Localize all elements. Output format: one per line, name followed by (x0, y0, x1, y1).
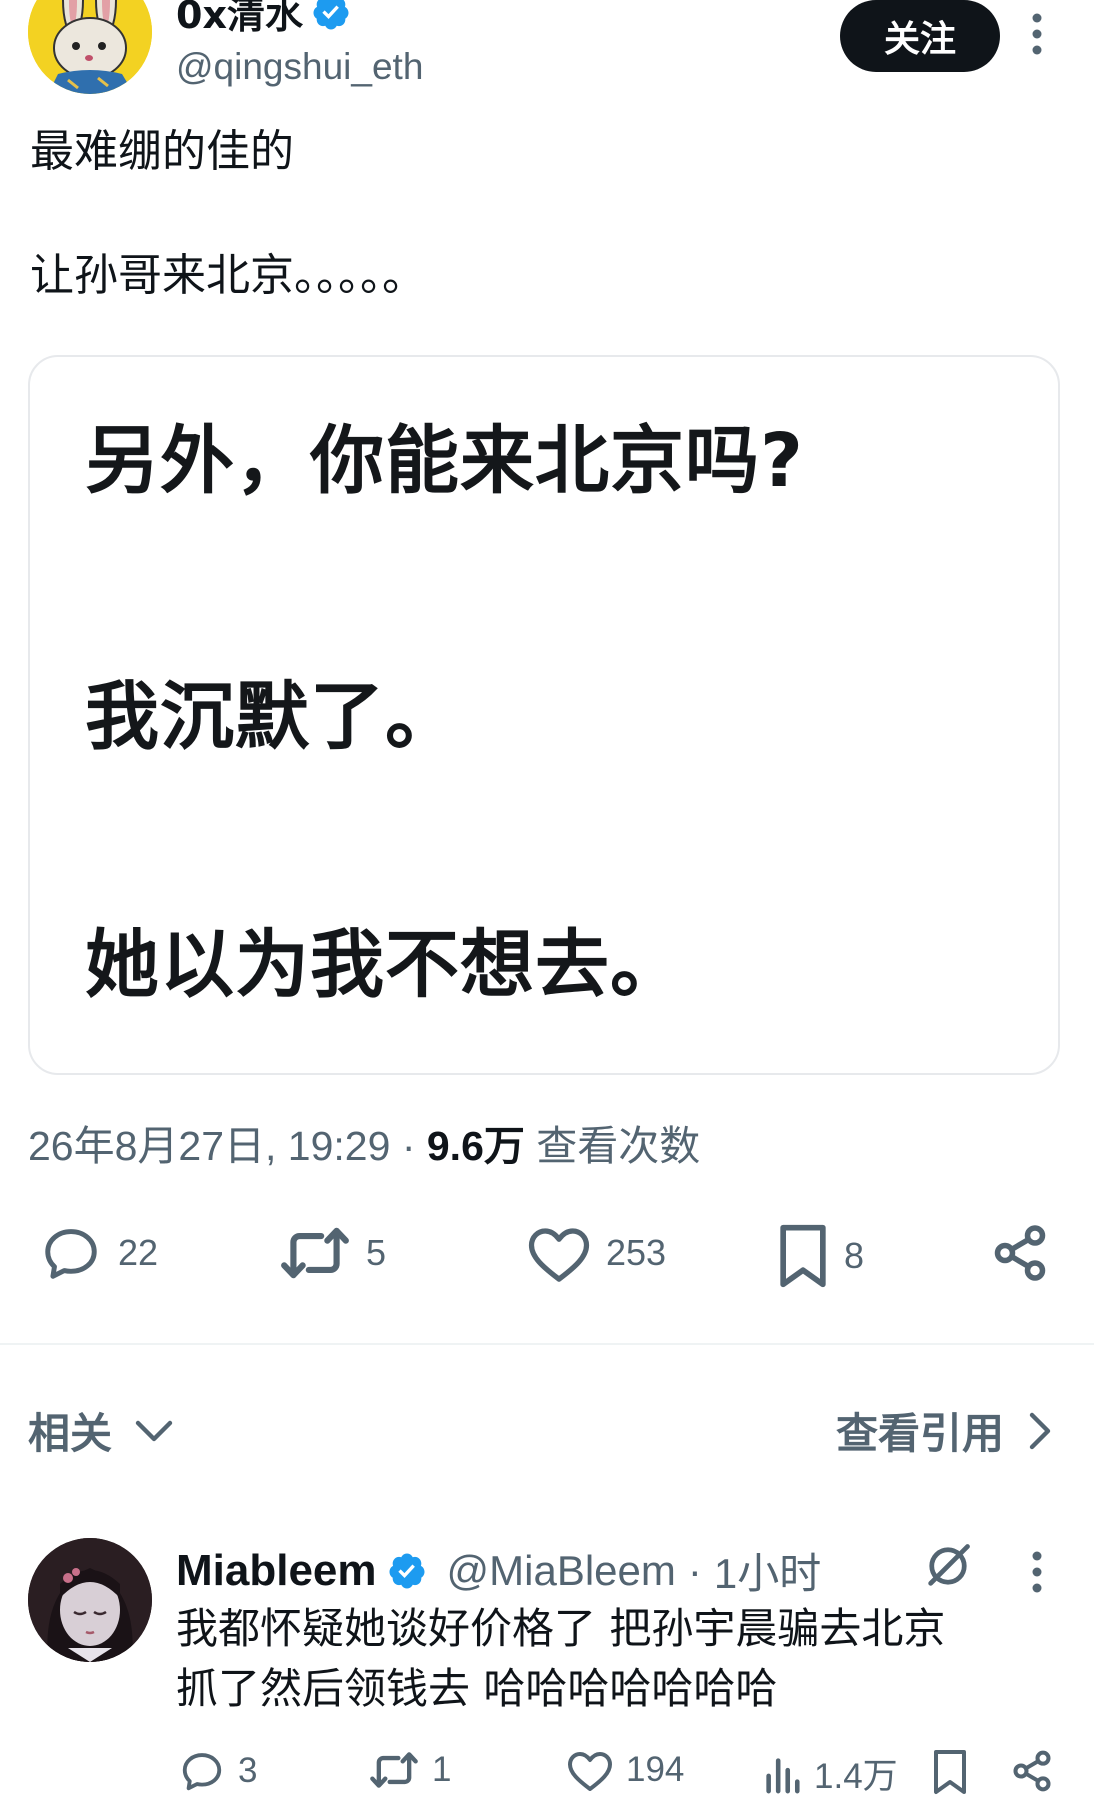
tweet-media-image[interactable]: 另外，你能来北京吗? 我沉默了。 她以为我不想去。 (28, 355, 1060, 1075)
retweet-count: 5 (366, 1232, 387, 1273)
reply-retweet-action[interactable]: 1 (368, 1748, 451, 1792)
reply-views-action[interactable]: 1.4万 (762, 1748, 898, 1799)
reply-more-options-icon[interactable] (1028, 1550, 1046, 1594)
tweet-text-line: 让孙哥来北京。。。。。 (30, 250, 426, 301)
reply-text-line: 抓了然后领钱去 哈哈哈哈哈哈哈 (176, 1664, 778, 1713)
tweet-text-line: 最难绷的佳的 (30, 126, 294, 177)
reply-reply-count: 3 (238, 1751, 258, 1790)
author-display-name[interactable]: 0x清水 (176, 0, 303, 39)
media-text-line: 她以为我不想去。 (85, 922, 685, 1008)
retweet-action[interactable]: 5 (278, 1222, 386, 1284)
retweet-icon (281, 1227, 349, 1279)
like-action[interactable]: 253 (526, 1222, 666, 1284)
reply-time[interactable]: 1小时 (714, 1540, 821, 1601)
meta-separator: · (401, 1123, 416, 1169)
reply-separator: · (687, 1546, 702, 1594)
share-action[interactable] (990, 1222, 1050, 1284)
reply-bookmark-action[interactable] (930, 1748, 970, 1796)
reply-retweet-count: 1 (432, 1750, 452, 1789)
reply-handle[interactable]: @MiaBleem (447, 1547, 676, 1595)
reply-views-count: 1.4万 (814, 1757, 898, 1796)
reply-share-action[interactable] (1010, 1748, 1054, 1794)
tweet-timestamp[interactable]: 26年8月27日, 19:29 (28, 1123, 390, 1169)
analytics-bar-icon (766, 1757, 800, 1793)
anime-girl-avatar-icon (28, 1538, 152, 1662)
related-dropdown[interactable]: 相关 (28, 1400, 174, 1461)
grok-icon[interactable] (922, 1540, 974, 1592)
views-label: 查看次数 (536, 1123, 701, 1169)
view-quotes-link[interactable]: 查看引用 (836, 1400, 1052, 1461)
reply-like-action[interactable]: 194 (566, 1748, 684, 1792)
view-quotes-label: 查看引用 (835, 1409, 1004, 1458)
bookmark-action[interactable]: 8 (776, 1222, 864, 1290)
share-icon (1013, 1750, 1051, 1792)
follow-button[interactable]: 关注 (840, 0, 1000, 72)
heart-icon (568, 1752, 612, 1791)
bookmark-icon (934, 1750, 966, 1794)
related-label: 相关 (28, 1409, 113, 1458)
verified-badge-icon (313, 0, 349, 29)
reply-display-name[interactable]: Miableem (176, 1546, 377, 1596)
heart-icon (528, 1228, 590, 1282)
reply-icon (45, 1229, 97, 1279)
views-count: 9.6万 (426, 1123, 525, 1169)
rabbit-avatar-icon (28, 0, 152, 94)
reply-action[interactable]: 22 (38, 1222, 158, 1284)
reply-author-avatar[interactable] (28, 1538, 152, 1662)
bookmark-icon (780, 1224, 826, 1288)
section-divider (0, 1343, 1094, 1345)
reply-header: Miableem @MiaBleem · 1小时 (176, 1540, 821, 1601)
reply-reply-action[interactable]: 3 (178, 1748, 257, 1794)
reply-text-line: 我都怀疑她谈好价格了 把孙宇晨骗去北京 (176, 1604, 946, 1653)
chevron-right-icon (1029, 1412, 1051, 1449)
reply-count: 22 (118, 1232, 159, 1273)
chevron-down-icon (135, 1420, 173, 1441)
author-avatar[interactable] (28, 0, 152, 94)
media-text-line: 我沉默了。 (85, 674, 460, 760)
author-display-name-row[interactable]: 0x清水 (176, 0, 351, 39)
bookmark-count: 8 (844, 1235, 865, 1276)
reply-icon (182, 1753, 222, 1791)
verified-badge-icon (389, 1553, 425, 1588)
share-icon (994, 1225, 1046, 1281)
like-count: 253 (606, 1232, 667, 1273)
retweet-icon (370, 1752, 418, 1788)
reply-like-count: 194 (626, 1750, 685, 1789)
author-handle[interactable]: @qingshui_eth (176, 46, 423, 88)
media-text-line: 另外，你能来北京吗? (85, 418, 804, 504)
tweet-meta: 26年8月27日, 19:29 · 9.6万 查看次数 (28, 1112, 700, 1172)
more-options-icon[interactable] (1028, 12, 1046, 56)
